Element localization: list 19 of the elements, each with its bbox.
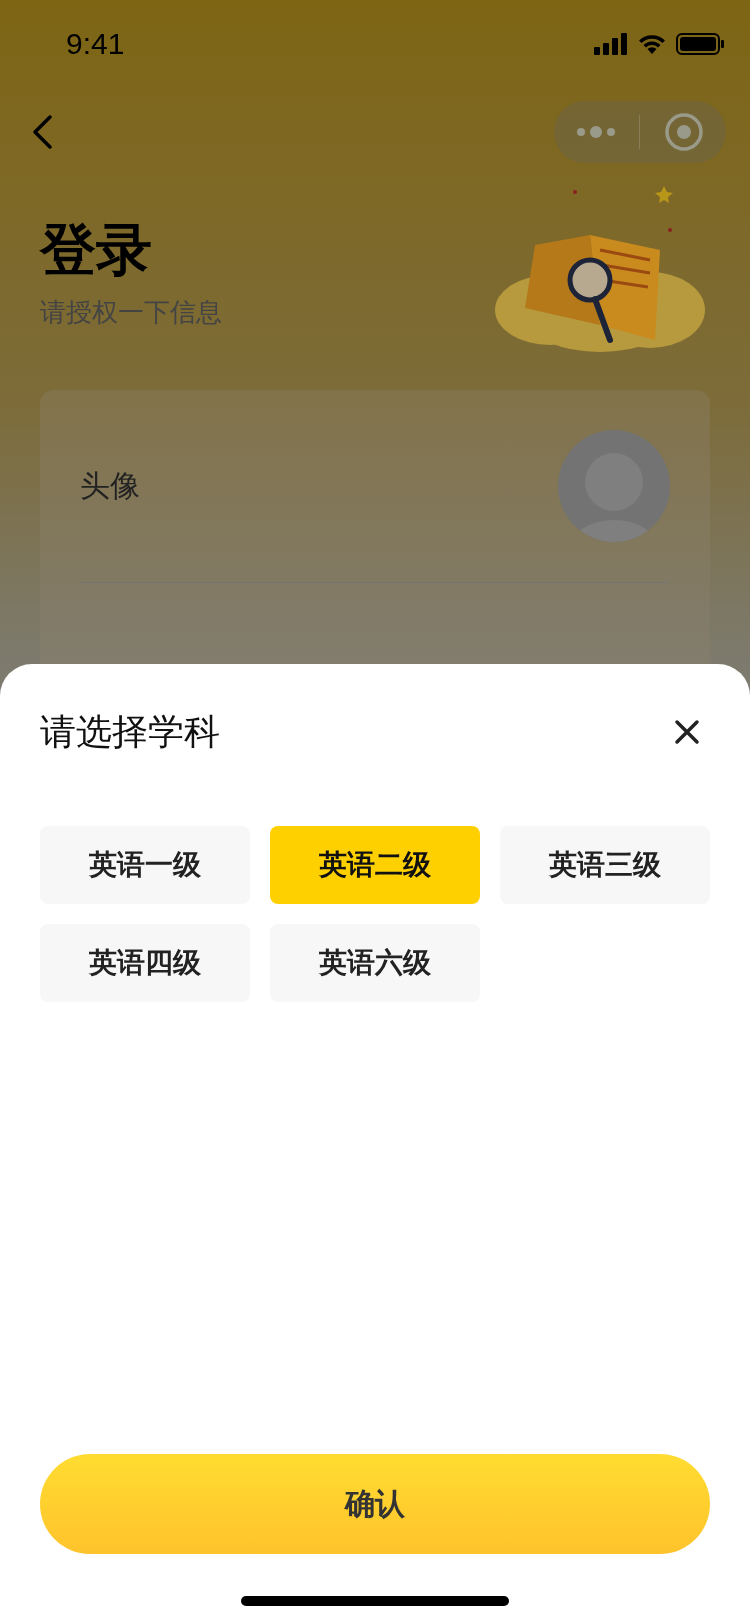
subject-option[interactable]: 英语六级 — [270, 924, 480, 1002]
confirm-button[interactable]: 确认 — [40, 1454, 710, 1554]
subject-option[interactable]: 英语四级 — [40, 924, 250, 1002]
battery-icon — [676, 33, 724, 55]
subject-option[interactable]: 英语二级 — [270, 826, 480, 904]
wifi-icon — [638, 33, 666, 55]
subject-option[interactable]: 英语一级 — [40, 826, 250, 904]
back-icon[interactable] — [30, 114, 54, 150]
avatar-label: 头像 — [80, 466, 140, 505]
page-subtitle: 请授权一下信息 — [40, 296, 222, 329]
page-title: 登录 — [40, 215, 153, 283]
avatar-icon[interactable] — [558, 430, 670, 542]
sheet-title: 请选择学科 — [40, 709, 220, 754]
close-icon[interactable] — [674, 719, 700, 745]
subject-option[interactable]: 英语三级 — [500, 826, 710, 904]
more-icon[interactable] — [575, 125, 616, 139]
signal-icon — [594, 33, 628, 55]
close-mini-program-icon[interactable] — [664, 112, 705, 152]
status-time: 9:41 — [66, 27, 125, 61]
